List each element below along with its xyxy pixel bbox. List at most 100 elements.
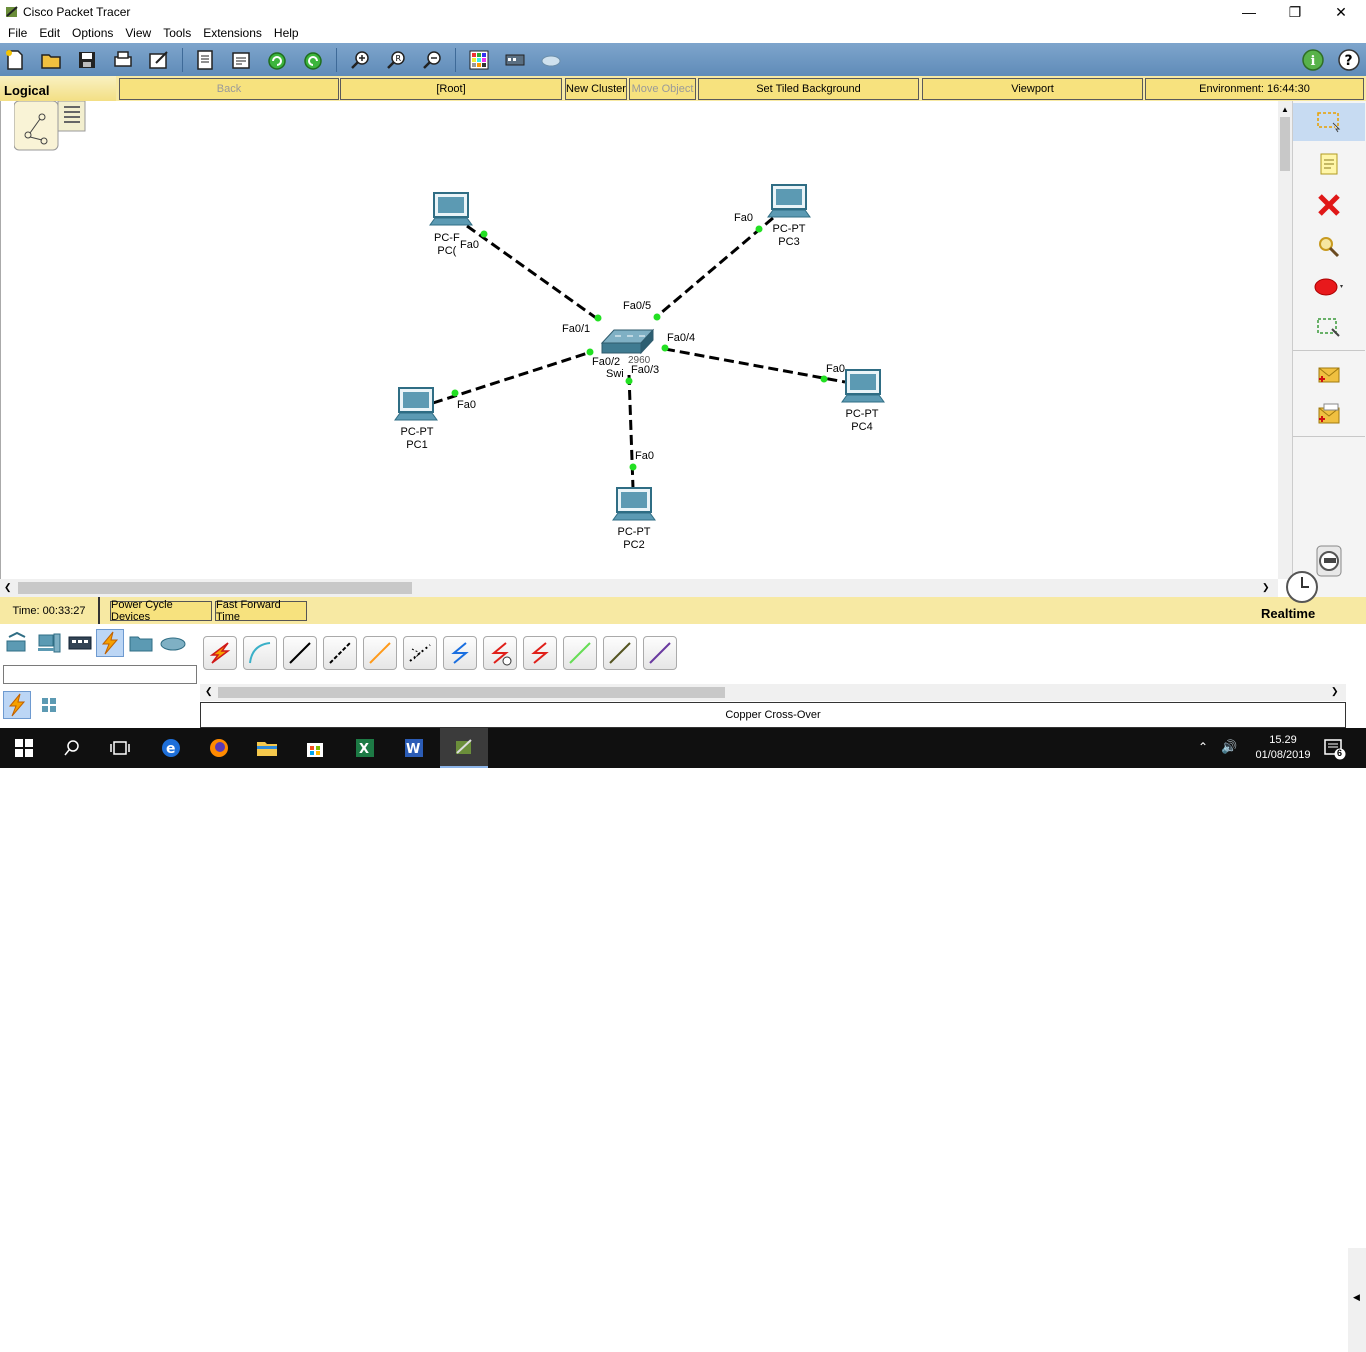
place-note-button[interactable]	[1293, 145, 1365, 183]
show-hidden-icons-button[interactable]: ⌃	[1198, 740, 1208, 754]
cable-scroll-left-icon[interactable]: ❮	[205, 686, 213, 697]
category-components[interactable]	[66, 629, 94, 657]
zoom-in-button[interactable]	[347, 47, 373, 73]
scroll-left-arrow-icon[interactable]: ❮	[4, 582, 12, 593]
menu-view[interactable]: View	[119, 24, 157, 43]
menu-edit[interactable]: Edit	[33, 24, 66, 43]
device-panel-scrollbar[interactable]: ◀	[1348, 1248, 1366, 1352]
cable-fiber[interactable]	[363, 636, 397, 670]
device-search-input[interactable]	[3, 665, 197, 684]
copy-button[interactable]	[192, 47, 218, 73]
cable-console[interactable]	[243, 636, 277, 670]
cable-octal[interactable]	[563, 636, 597, 670]
search-button[interactable]	[48, 728, 96, 768]
cable-automatic[interactable]	[203, 636, 237, 670]
redo-button[interactable]	[300, 47, 326, 73]
info-button[interactable]: i	[1300, 47, 1326, 73]
pc2-icon[interactable]	[612, 487, 656, 521]
add-simple-pdu-button[interactable]	[1293, 356, 1365, 394]
set-tiled-background-button[interactable]: Set Tiled Background	[698, 78, 919, 100]
minimize-button[interactable]: —	[1226, 0, 1272, 24]
new-file-button[interactable]	[2, 47, 28, 73]
cable-scroll-right-icon[interactable]: ❯	[1331, 686, 1339, 697]
cable-list-scrollbar[interactable]: ❮ ❯	[200, 684, 1346, 701]
add-complex-pdu-button[interactable]	[1293, 396, 1365, 434]
category-multiuser[interactable]	[159, 629, 187, 657]
cable-coaxial[interactable]	[443, 636, 477, 670]
cable-iot-custom[interactable]	[603, 636, 637, 670]
pc0-icon[interactable]	[429, 192, 473, 226]
zoom-out-button[interactable]	[419, 47, 445, 73]
power-cycle-devices-button[interactable]: Power Cycle Devices	[110, 599, 212, 623]
pc3-icon[interactable]	[767, 184, 811, 218]
menu-extensions[interactable]: Extensions	[197, 24, 268, 43]
start-button[interactable]	[0, 728, 48, 768]
delete-tool-button[interactable]	[1293, 186, 1365, 224]
realtime-clock-button[interactable]	[1282, 567, 1322, 607]
cable-serial-dce[interactable]	[483, 636, 517, 670]
close-window-button[interactable]: ✕	[1318, 0, 1364, 24]
excel-taskbar-button[interactable]: X	[341, 728, 389, 768]
cable-copper-cross[interactable]	[323, 636, 357, 670]
open-file-button[interactable]	[38, 47, 64, 73]
link-pc2-switch[interactable]	[627, 374, 635, 489]
zoom-reset-button[interactable]: R	[383, 47, 409, 73]
viewport-button[interactable]: Viewport	[922, 78, 1143, 100]
link-pc3-switch[interactable]	[654, 216, 774, 320]
print-button[interactable]	[110, 47, 136, 73]
action-center-button[interactable]: 6	[1322, 736, 1346, 760]
scroll-right-arrow-icon[interactable]: ❯	[1262, 582, 1270, 593]
link-pc0-switch[interactable]	[466, 224, 600, 322]
cable-usb[interactable]	[643, 636, 677, 670]
help-button[interactable]: ?	[1336, 47, 1362, 73]
resize-shape-tool-button[interactable]	[1293, 309, 1365, 347]
select-tool-button[interactable]	[1293, 103, 1365, 141]
category-miscellaneous[interactable]	[127, 629, 155, 657]
custom-devices-button[interactable]	[502, 47, 528, 73]
menu-options[interactable]: Options	[66, 24, 119, 43]
cable-serial-dte[interactable]	[523, 636, 557, 670]
packet-tracer-taskbar-button[interactable]	[440, 728, 488, 768]
switch-2960-icon[interactable]	[600, 328, 655, 355]
new-cluster-button[interactable]: New Cluster	[565, 78, 627, 100]
inspect-tool-button[interactable]	[1293, 228, 1365, 266]
category-end-devices[interactable]	[35, 629, 63, 657]
workspace-horizontal-scrollbar[interactable]: ❮ ❯	[0, 579, 1278, 597]
category-connections[interactable]	[96, 629, 124, 657]
file-explorer-taskbar-button[interactable]	[243, 728, 291, 768]
store-taskbar-button[interactable]	[291, 728, 339, 768]
workspace-vertical-scrollbar[interactable]: ▲	[1278, 101, 1292, 579]
move-object-button[interactable]: Move Object	[629, 78, 696, 100]
environment-button[interactable]: Environment: 16:44:30	[1145, 78, 1364, 100]
paste-button[interactable]	[228, 47, 254, 73]
volume-icon[interactable]: 🔊	[1221, 739, 1237, 755]
activity-wizard-button[interactable]	[146, 47, 172, 73]
taskbar-clock[interactable]: 15.29 01/08/2019	[1247, 733, 1319, 763]
cable-scroll-thumb[interactable]	[218, 687, 725, 698]
word-taskbar-button[interactable]: W	[390, 728, 438, 768]
edge-taskbar-button[interactable]: e	[147, 728, 195, 768]
horizontal-scroll-thumb[interactable]	[18, 582, 412, 594]
pc1-icon[interactable]	[394, 387, 438, 421]
network-info-button[interactable]	[538, 47, 564, 73]
save-button[interactable]	[74, 47, 100, 73]
root-button[interactable]: [Root]	[340, 78, 562, 100]
logical-view-icon[interactable]	[13, 100, 86, 151]
undo-button[interactable]	[264, 47, 290, 73]
fast-forward-time-button[interactable]: Fast Forward Time	[215, 599, 307, 623]
task-view-button[interactable]	[96, 728, 144, 768]
logical-tab[interactable]: Logical	[0, 76, 116, 101]
menu-tools[interactable]: Tools	[157, 24, 197, 43]
maximize-button[interactable]: ❐	[1272, 0, 1318, 24]
logical-workspace-canvas[interactable]	[0, 101, 1278, 579]
menu-file[interactable]: File	[2, 24, 33, 43]
scroll-up-arrow-icon[interactable]: ▲	[1281, 105, 1289, 114]
category-network-devices[interactable]	[3, 629, 31, 657]
cable-copper-straight[interactable]	[283, 636, 317, 670]
cable-phone[interactable]	[403, 636, 437, 670]
subcategory-connections[interactable]	[3, 691, 31, 719]
drawing-palette-button[interactable]	[466, 47, 492, 73]
subcategory-grid[interactable]	[35, 691, 63, 719]
pc4-icon[interactable]	[841, 369, 885, 403]
back-button[interactable]: Back	[119, 78, 339, 100]
